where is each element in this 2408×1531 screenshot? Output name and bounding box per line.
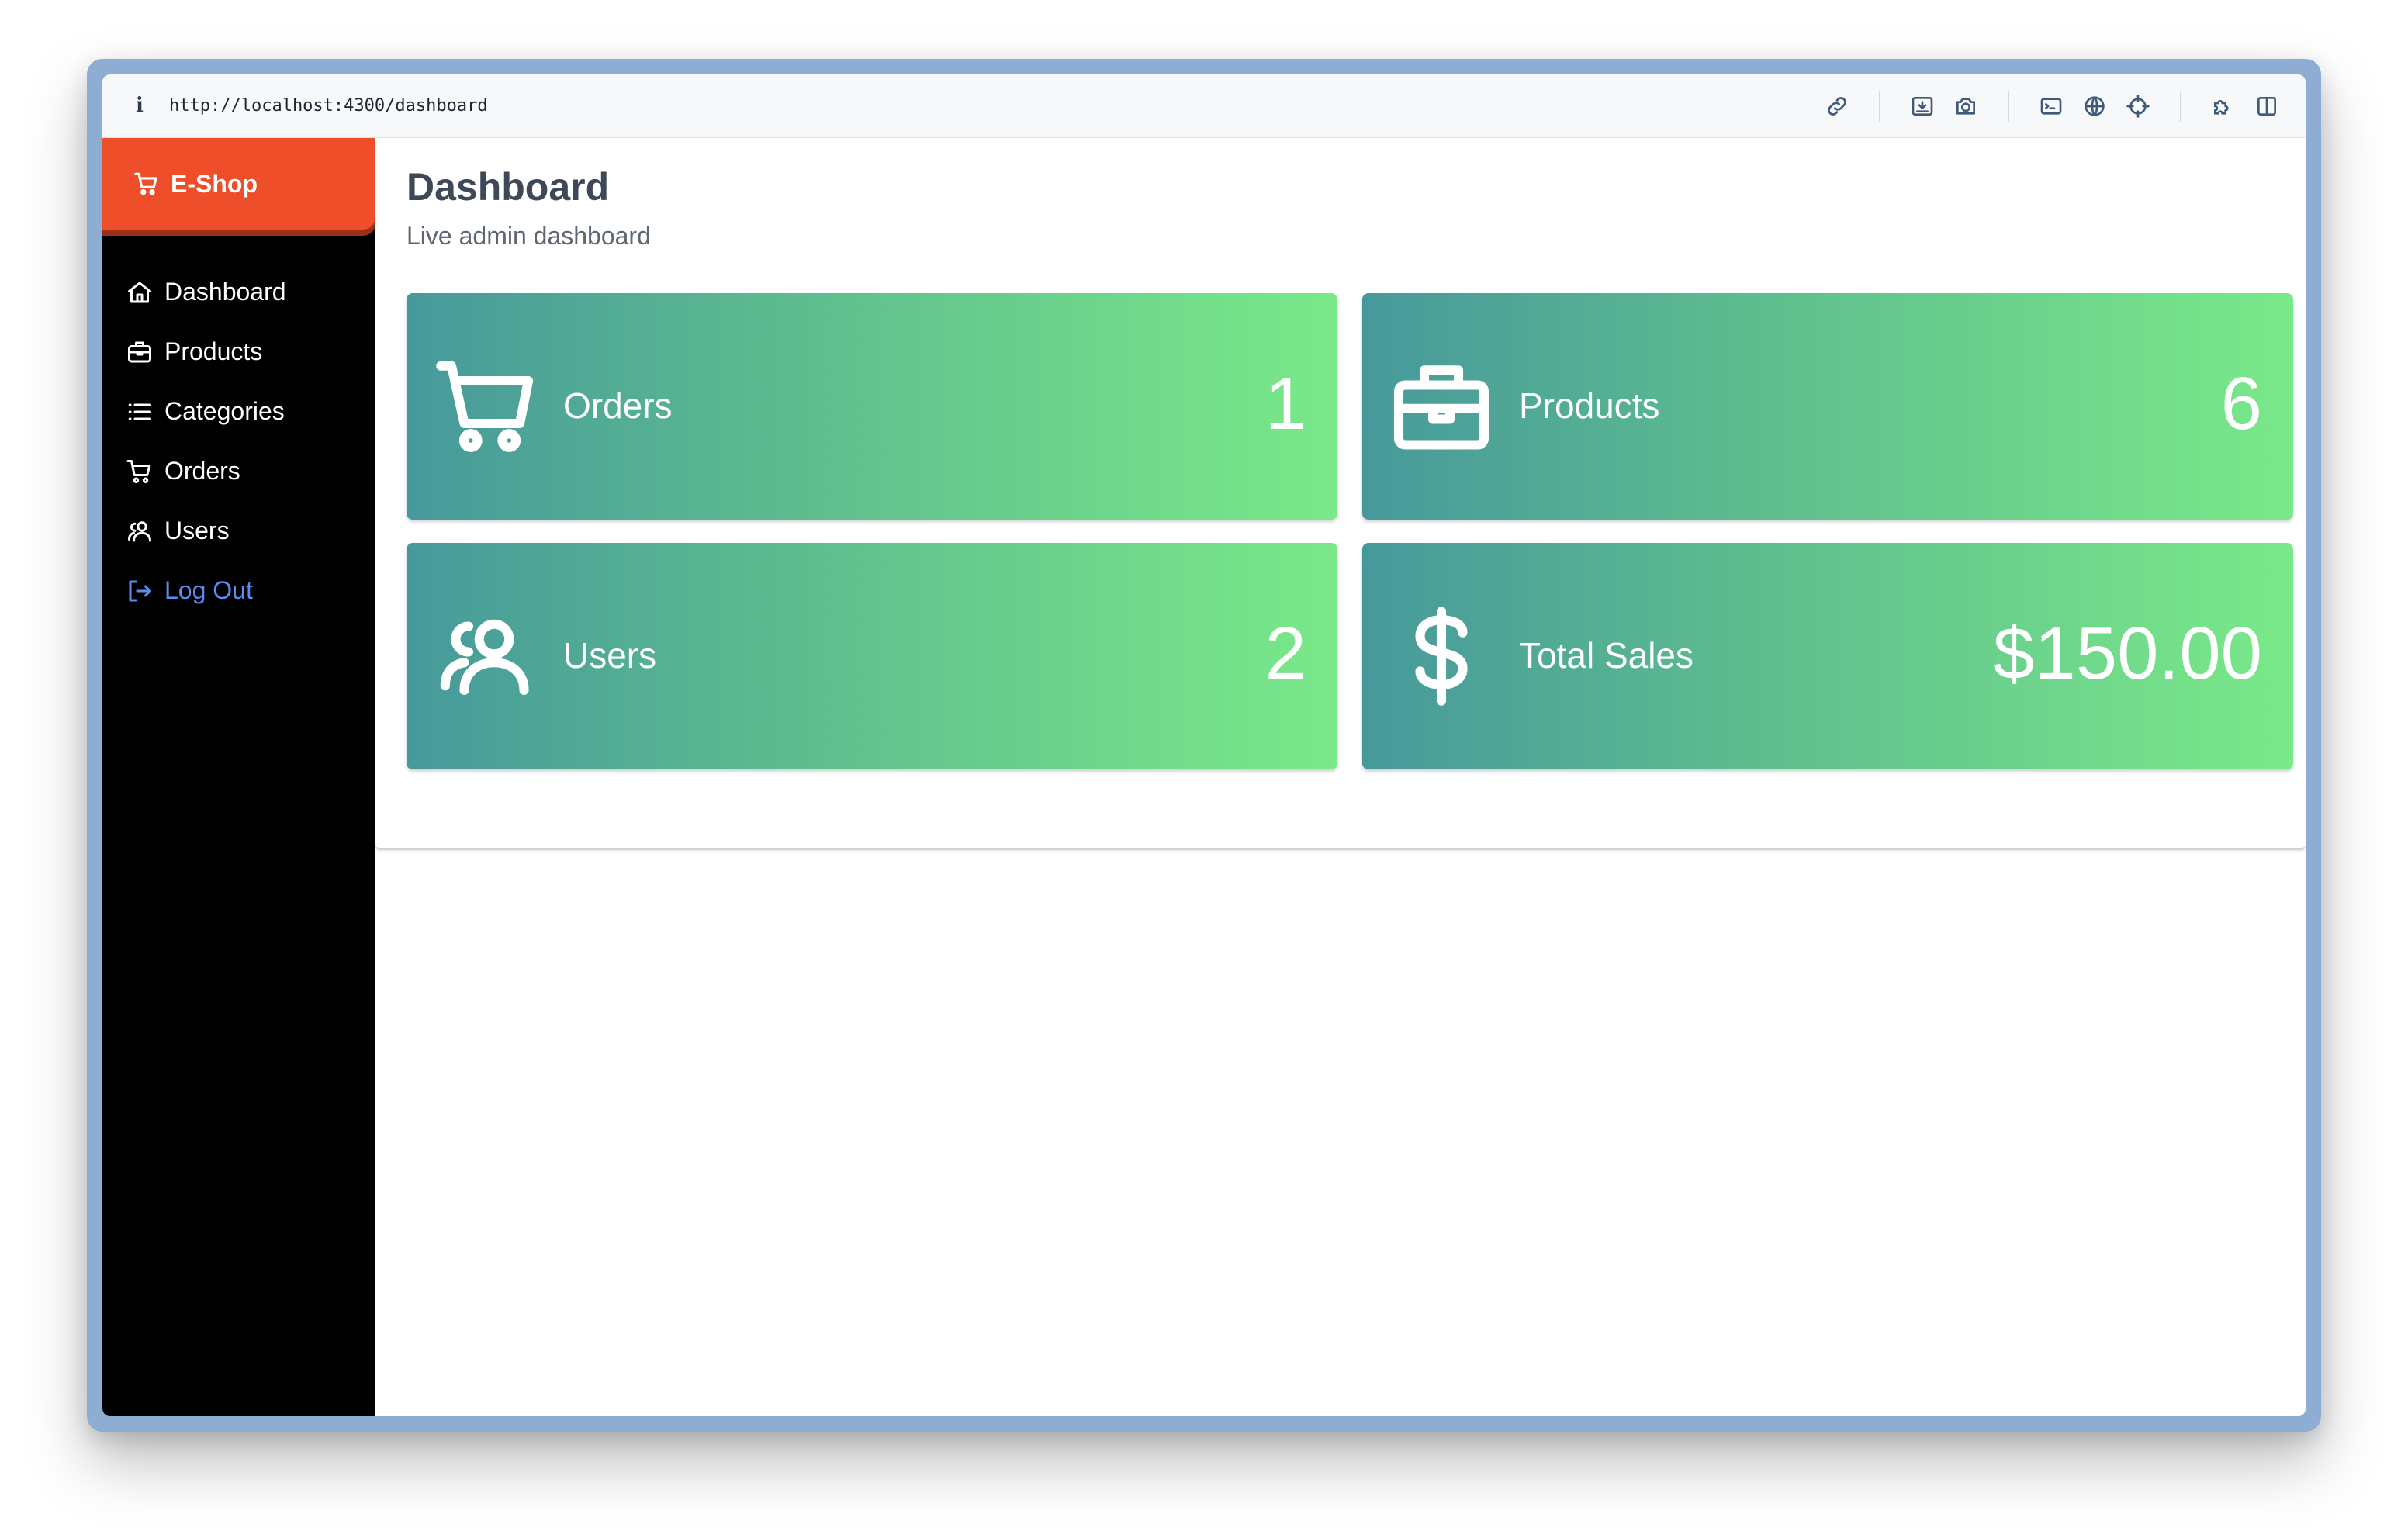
globe-icon[interactable] xyxy=(2073,85,2116,128)
stat-card-value: 6 xyxy=(2220,362,2262,445)
sidebar-item-label: Users xyxy=(164,517,230,544)
sidebar: E-Shop Dashboard Products Categories Ord… xyxy=(102,138,375,1416)
browser-toolbar xyxy=(1815,74,2289,138)
dashboard-panel: Dashboard Live admin dashboard Orders 1 … xyxy=(375,138,2306,850)
cart-icon xyxy=(126,459,151,483)
page-subtitle: Live admin dashboard xyxy=(407,222,651,250)
url-text[interactable]: http://localhost:4300/dashboard xyxy=(169,96,488,116)
sidebar-item-label: Products xyxy=(164,337,263,365)
sidebar-nav: Dashboard Products Categories Orders Use… xyxy=(102,262,375,620)
split-view-icon[interactable] xyxy=(2245,85,2289,128)
stat-card-label: Users xyxy=(563,635,657,676)
main-content: Dashboard Live admin dashboard Orders 1 … xyxy=(375,138,2306,1416)
brand-label: E-Shop xyxy=(171,169,258,198)
brand-header[interactable]: E-Shop xyxy=(102,138,375,230)
download-icon[interactable] xyxy=(1901,85,1944,128)
sidebar-item-label: Dashboard xyxy=(164,278,286,306)
briefcase-icon xyxy=(1390,355,1493,458)
briefcase-icon xyxy=(128,341,151,362)
stat-card-label: Total Sales xyxy=(1519,635,1694,676)
stat-card-total-sales[interactable]: Total Sales $150.00 xyxy=(1362,543,2293,769)
users-icon xyxy=(434,605,537,707)
sidebar-item-logout[interactable]: Log Out xyxy=(102,561,375,620)
cart-icon xyxy=(434,355,537,458)
sidebar-item-products[interactable]: Products xyxy=(102,322,375,382)
browser-window: i http://localhost:4300/dashboard E-Shop… xyxy=(102,74,2306,1416)
list-icon xyxy=(128,403,151,420)
home-icon xyxy=(128,282,151,302)
logout-icon xyxy=(129,580,151,601)
browser-window-frame: i http://localhost:4300/dashboard E-Shop… xyxy=(87,59,2321,1432)
stat-card-orders[interactable]: Orders 1 xyxy=(407,293,1337,520)
sidebar-item-users[interactable]: Users xyxy=(102,501,375,561)
users-icon xyxy=(128,520,151,541)
toolbar-divider xyxy=(2008,91,2009,122)
toolbar-divider xyxy=(2180,91,2181,122)
stat-card-value: 1 xyxy=(1265,362,1306,445)
sidebar-item-orders[interactable]: Orders xyxy=(102,441,375,501)
stat-card-value: $150.00 xyxy=(1992,612,2262,695)
sidebar-item-label: Categories xyxy=(164,397,285,425)
stat-card-products[interactable]: Products 6 xyxy=(1362,293,2293,520)
crosshair-icon[interactable] xyxy=(2116,85,2160,128)
sidebar-item-dashboard[interactable]: Dashboard xyxy=(102,262,375,322)
page-title: Dashboard xyxy=(407,165,610,209)
cart-icon xyxy=(134,172,157,195)
stat-card-label: Products xyxy=(1519,385,1660,426)
toolbar-divider xyxy=(1879,91,1880,122)
stat-card-value: 2 xyxy=(1265,612,1306,695)
address-bar[interactable]: i http://localhost:4300/dashboard xyxy=(102,74,2306,138)
camera-icon[interactable] xyxy=(1944,85,1988,128)
sidebar-item-categories[interactable]: Categories xyxy=(102,382,375,441)
stat-card-users[interactable]: Users 2 xyxy=(407,543,1337,769)
terminal-icon[interactable] xyxy=(2029,85,2073,128)
stat-card-label: Orders xyxy=(563,385,673,426)
sidebar-item-label: Orders xyxy=(164,457,240,485)
sidebar-item-label: Log Out xyxy=(164,576,253,604)
info-icon[interactable]: i xyxy=(129,94,150,117)
extension-icon[interactable] xyxy=(2202,85,2245,128)
dollar-icon xyxy=(1390,605,1493,707)
link-icon[interactable] xyxy=(1815,85,1859,128)
